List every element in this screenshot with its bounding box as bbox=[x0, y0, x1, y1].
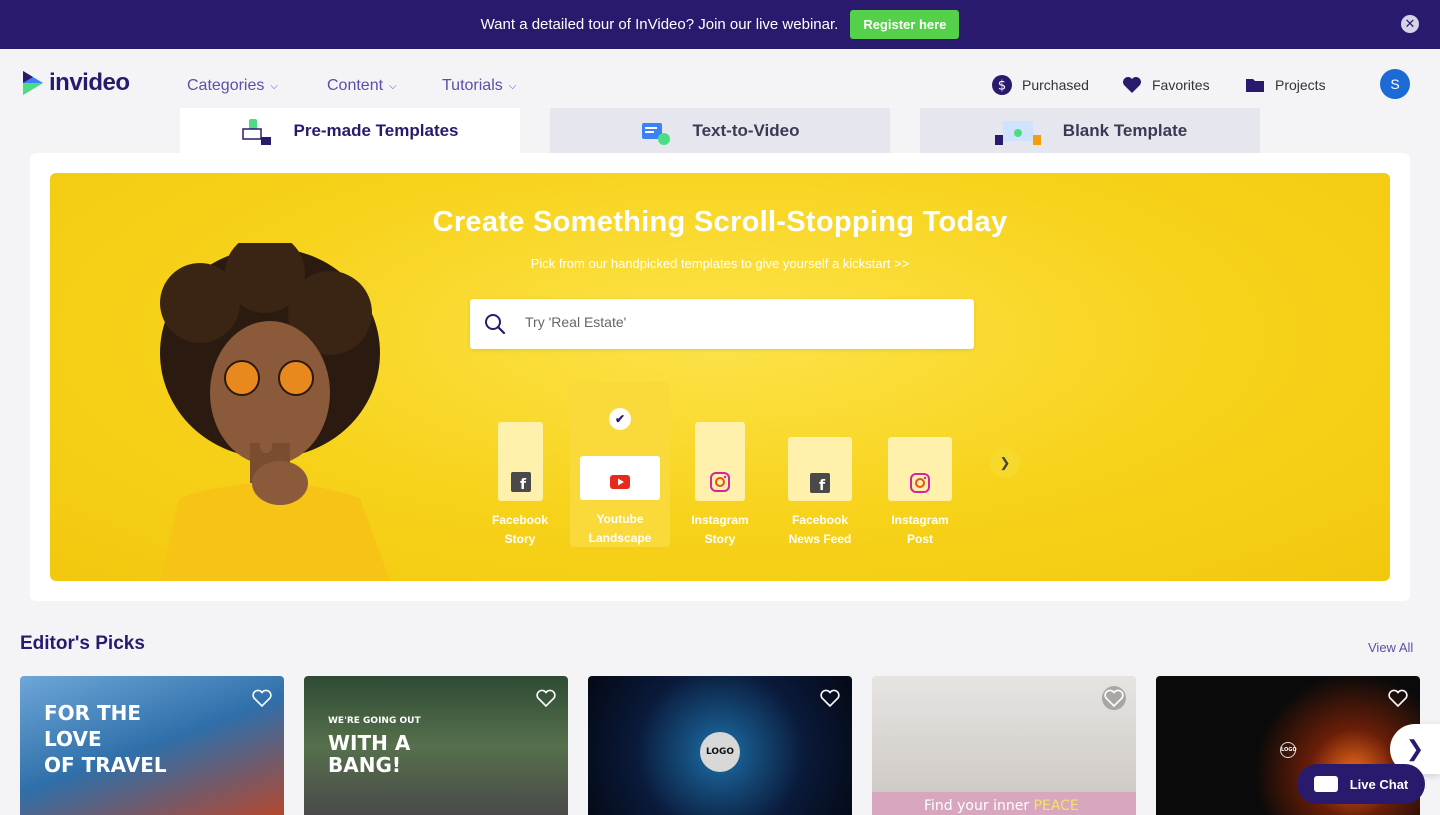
svg-text:f: f bbox=[819, 478, 826, 493]
tab-blank-template[interactable]: Blank Template bbox=[920, 108, 1260, 153]
format-facebook-story[interactable]: f Facebook Story bbox=[470, 422, 570, 549]
format-label: Story bbox=[504, 532, 536, 546]
template-text: WE'RE GOING OUT bbox=[328, 716, 421, 726]
tab-label: Pre-made Templates bbox=[293, 120, 459, 140]
template-text: LOGO bbox=[1280, 742, 1297, 758]
format-label: Landscape bbox=[588, 531, 652, 545]
template-text: FOR THE bbox=[44, 701, 142, 725]
template-card[interactable]: FOR THE LOVE OF TRAVEL bbox=[20, 676, 284, 815]
hero-banner: Create Something Scroll-Stopping Today P… bbox=[50, 173, 1390, 581]
projects-link[interactable]: Projects bbox=[1245, 75, 1326, 95]
format-facebook-news-feed[interactable]: f Facebook News Feed bbox=[770, 437, 870, 549]
favorites-link[interactable]: Favorites bbox=[1122, 75, 1210, 95]
menu-label: Tutorials bbox=[442, 77, 503, 94]
purchased-link[interactable]: $ Purchased bbox=[992, 75, 1089, 95]
template-text: WITH A bbox=[328, 731, 411, 755]
format-label: Facebook bbox=[491, 513, 548, 527]
template-text: Find your inner bbox=[924, 798, 1030, 814]
brand-name: invideo bbox=[49, 69, 130, 96]
view-all-link[interactable]: View All bbox=[1368, 640, 1413, 655]
format-label: Story bbox=[704, 532, 736, 546]
menu-tutorials[interactable]: Tutorials ⌵ bbox=[442, 77, 516, 95]
template-card[interactable]: WE'RE GOING OUT WITH A BANG! bbox=[304, 676, 568, 815]
banner-message: Want a detailed tour of InVideo? Join ou… bbox=[480, 16, 839, 33]
creation-tabs: Pre-made Templates Text-to-Video Blank T… bbox=[180, 108, 1290, 153]
format-label: News Feed bbox=[788, 532, 852, 546]
template-text: OF TRAVEL bbox=[44, 753, 167, 777]
template-search bbox=[470, 299, 974, 349]
chevron-down-icon: ⌵ bbox=[508, 80, 517, 92]
instagram-icon bbox=[710, 472, 730, 492]
chevron-right-icon[interactable]: ❯ bbox=[990, 448, 1020, 478]
template-text: BANG! bbox=[328, 753, 401, 777]
chat-icon bbox=[1313, 776, 1338, 792]
format-instagram-story[interactable]: Instagram Story bbox=[670, 422, 770, 549]
tab-text-to-video[interactable]: Text-to-Video bbox=[550, 108, 890, 153]
webinar-banner: Want a detailed tour of InVideo? Join ou… bbox=[0, 0, 1440, 49]
hero-woman-image bbox=[110, 233, 410, 581]
menu-content[interactable]: Content ⌵ bbox=[327, 77, 397, 95]
hero-subtitle: Pick from our handpicked templates to gi… bbox=[530, 256, 910, 271]
dollar-icon: $ bbox=[992, 75, 1012, 95]
template-text: PEACE bbox=[1033, 798, 1079, 814]
projects-label: Projects bbox=[1275, 77, 1326, 93]
tab-label: Blank Template bbox=[1062, 120, 1188, 140]
format-thumb bbox=[580, 456, 660, 500]
check-icon: ✔ bbox=[609, 408, 631, 430]
text-to-video-icon bbox=[640, 115, 672, 147]
register-button[interactable]: Register here bbox=[850, 10, 960, 39]
template-text: LOVE bbox=[44, 727, 102, 751]
menu-label: Content bbox=[327, 77, 384, 94]
format-thumb bbox=[888, 437, 952, 501]
heart-outline-icon[interactable] bbox=[250, 686, 274, 710]
chevron-down-icon: ⌵ bbox=[389, 80, 397, 92]
live-chat-button[interactable]: Live Chat bbox=[1297, 764, 1425, 804]
heart-icon bbox=[1122, 75, 1142, 95]
svg-text:f: f bbox=[519, 477, 526, 492]
search-input[interactable] bbox=[525, 314, 945, 330]
user-avatar[interactable]: S bbox=[1380, 69, 1410, 99]
menu-categories[interactable]: Categories ⌵ bbox=[187, 77, 278, 95]
format-thumb: f bbox=[497, 422, 543, 501]
template-card[interactable]: Find your inner PEACE bbox=[872, 676, 1136, 815]
format-label: Instagram bbox=[891, 513, 949, 527]
folder-icon bbox=[1245, 75, 1265, 95]
youtube-icon bbox=[610, 475, 630, 489]
live-chat-label: Live Chat bbox=[1349, 776, 1409, 792]
purchased-label: Purchased bbox=[1022, 77, 1089, 93]
tab-label: Text-to-Video bbox=[692, 120, 800, 140]
svg-text:$: $ bbox=[998, 79, 1006, 94]
format-label: Instagram bbox=[691, 513, 749, 527]
facebook-icon: f bbox=[510, 472, 531, 492]
tab-premade-templates[interactable]: Pre-made Templates bbox=[180, 108, 520, 153]
invideo-logo-icon bbox=[21, 69, 45, 97]
templates-icon bbox=[241, 115, 273, 147]
heart-outline-icon[interactable] bbox=[1102, 686, 1126, 710]
template-text: LOGO bbox=[700, 732, 740, 772]
format-thumb bbox=[695, 422, 745, 501]
close-icon[interactable]: ✕ bbox=[1401, 15, 1419, 33]
format-label: Facebook bbox=[791, 513, 848, 527]
editors-picks-title: Editor's Picks bbox=[20, 633, 145, 654]
menu-label: Categories bbox=[187, 77, 265, 94]
heart-outline-icon[interactable] bbox=[818, 686, 842, 710]
format-youtube-landscape[interactable]: ✔ Youtube Landscape bbox=[570, 382, 670, 547]
blank-template-icon bbox=[993, 115, 1043, 147]
instagram-icon bbox=[910, 473, 930, 493]
hero-title: Create Something Scroll-Stopping Today bbox=[432, 206, 1008, 238]
format-instagram-post[interactable]: Instagram Post bbox=[870, 437, 970, 549]
favorites-label: Favorites bbox=[1152, 77, 1210, 93]
heart-outline-icon[interactable] bbox=[534, 686, 558, 710]
format-thumb: f bbox=[788, 437, 852, 501]
format-label: Youtube bbox=[596, 512, 644, 526]
heart-outline-icon[interactable] bbox=[1386, 686, 1410, 710]
chevron-down-icon: ⌵ bbox=[270, 80, 278, 92]
brand-logo[interactable]: invideo bbox=[21, 69, 130, 97]
search-icon[interactable] bbox=[484, 313, 506, 335]
template-card[interactable]: LOGO bbox=[588, 676, 852, 815]
facebook-icon: f bbox=[810, 473, 830, 493]
format-label: Post bbox=[906, 532, 933, 546]
